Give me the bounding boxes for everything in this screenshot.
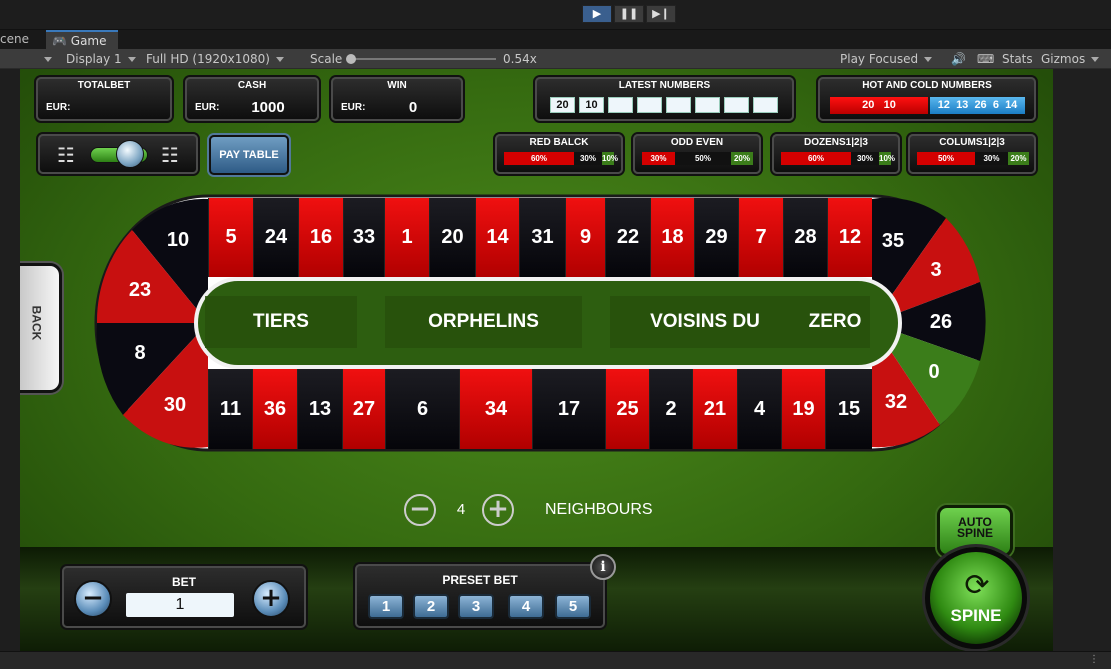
number-14[interactable]: 14 bbox=[475, 198, 519, 277]
neighbours-plus-button[interactable]: + bbox=[482, 494, 514, 526]
number-27[interactable]: 27 bbox=[342, 369, 385, 449]
number-23[interactable]: 23 bbox=[120, 279, 160, 302]
tab-game-label: Game bbox=[70, 34, 107, 48]
number-10[interactable]: 10 bbox=[158, 229, 198, 252]
number-22[interactable]: 22 bbox=[605, 198, 650, 277]
preset-bet-title: PRESET BET bbox=[442, 573, 518, 587]
number-0[interactable]: 0 bbox=[914, 361, 954, 384]
display-dropdown[interactable]: Display 1 bbox=[66, 49, 136, 69]
bet-plus-button[interactable]: + bbox=[252, 580, 290, 618]
editor-status-bar: ⋮ bbox=[0, 651, 1111, 669]
preset-button-1[interactable]: 1 bbox=[368, 594, 404, 619]
number-18[interactable]: 18 bbox=[650, 198, 694, 277]
resolution-dropdown[interactable]: Full HD (1920x1080) bbox=[146, 49, 284, 69]
number-24[interactable]: 24 bbox=[253, 198, 298, 277]
number-16[interactable]: 16 bbox=[298, 198, 343, 277]
neighbours-label: NEIGHBOURS bbox=[545, 501, 653, 518]
number-25[interactable]: 25 bbox=[605, 369, 649, 449]
preset-button-3[interactable]: 3 bbox=[458, 594, 494, 619]
number-34[interactable]: 34 bbox=[459, 369, 532, 449]
game-view: TOTALBET EUR: CASH EUR: 1000 WIN EUR: 0 … bbox=[20, 69, 1053, 651]
editor-side-panel bbox=[1053, 69, 1111, 651]
number-2[interactable]: 2 bbox=[649, 369, 692, 449]
number-28[interactable]: 28 bbox=[783, 198, 827, 277]
mute-audio-icon[interactable]: 🔊 bbox=[951, 49, 966, 69]
number-6[interactable]: 6 bbox=[385, 369, 459, 449]
number-15[interactable]: 15 bbox=[825, 369, 872, 449]
spin-label: SPINE bbox=[950, 606, 1002, 625]
number-13[interactable]: 13 bbox=[297, 369, 342, 449]
scale-value: 0.54x bbox=[503, 52, 537, 66]
pause-icon[interactable]: ❚❚ bbox=[614, 5, 644, 23]
bet-panel: BET − 1 + bbox=[62, 566, 306, 628]
number-4[interactable]: 4 bbox=[737, 369, 781, 449]
number-19[interactable]: 19 bbox=[781, 369, 825, 449]
bet-minus-button[interactable]: − bbox=[74, 580, 112, 618]
zero-section[interactable]: ZERO bbox=[800, 296, 870, 348]
number-32[interactable]: 32 bbox=[876, 391, 916, 414]
neighbours-minus-button[interactable]: − bbox=[404, 494, 436, 526]
number-21[interactable]: 21 bbox=[692, 369, 737, 449]
tiers-section[interactable]: TIERS bbox=[205, 296, 357, 348]
tab-scene[interactable]: cene bbox=[0, 30, 35, 49]
dots-icon[interactable]: ⋮ bbox=[1089, 654, 1099, 665]
preset-button-5[interactable]: 5 bbox=[555, 594, 591, 619]
number-35[interactable]: 35 bbox=[873, 230, 913, 253]
voisins-du-section[interactable]: VOISINS DU bbox=[610, 296, 800, 348]
neighbours-value: 4 bbox=[456, 501, 466, 518]
number-5[interactable]: 5 bbox=[208, 198, 253, 277]
number-31[interactable]: 31 bbox=[519, 198, 565, 277]
editor-toolbar: ▶ ❚❚ ▶❙ bbox=[0, 0, 1111, 30]
scale-slider-track[interactable] bbox=[348, 58, 496, 60]
number-7[interactable]: 7 bbox=[738, 198, 783, 277]
info-icon[interactable]: i bbox=[590, 554, 616, 580]
number-29[interactable]: 29 bbox=[694, 198, 738, 277]
stats-button[interactable]: Stats bbox=[1002, 49, 1033, 69]
play-focused-dropdown[interactable]: Play Focused bbox=[840, 49, 933, 69]
bet-value[interactable]: 1 bbox=[126, 593, 234, 617]
number-26[interactable]: 26 bbox=[921, 311, 961, 334]
scale-slider-handle[interactable] bbox=[346, 54, 356, 64]
step-icon[interactable]: ▶❙ bbox=[646, 5, 676, 23]
orphelins-section[interactable]: ORPHELINS bbox=[385, 296, 582, 348]
number-12[interactable]: 12 bbox=[827, 198, 872, 277]
keyboard-icon[interactable]: ⌨ bbox=[977, 49, 994, 69]
gamepad-icon: 🎮 bbox=[52, 34, 67, 48]
number-36[interactable]: 36 bbox=[252, 369, 297, 449]
spin-button[interactable]: ⟳ SPINE bbox=[925, 547, 1027, 649]
number-17[interactable]: 17 bbox=[532, 369, 605, 449]
tab-game[interactable]: 🎮 Game bbox=[46, 30, 118, 49]
scale-label: Scale bbox=[310, 52, 343, 66]
aspect-dropdown[interactable] bbox=[0, 49, 52, 69]
number-3[interactable]: 3 bbox=[916, 259, 956, 282]
number-8[interactable]: 8 bbox=[120, 342, 160, 365]
game-view-toolbar: Display 1 Full HD (1920x1080) Scale 0.54… bbox=[0, 49, 1111, 69]
editor-tabs: cene 🎮 Game bbox=[0, 30, 1111, 49]
refresh-icon: ⟳ bbox=[964, 568, 990, 603]
preset-button-2[interactable]: 2 bbox=[413, 594, 449, 619]
number-1[interactable]: 1 bbox=[384, 198, 429, 277]
number-11[interactable]: 11 bbox=[208, 369, 252, 449]
number-9[interactable]: 9 bbox=[565, 198, 605, 277]
preset-button-4[interactable]: 4 bbox=[508, 594, 544, 619]
number-30[interactable]: 30 bbox=[155, 394, 195, 417]
gizmos-dropdown[interactable]: Gizmos bbox=[1041, 49, 1100, 69]
play-icon[interactable]: ▶ bbox=[582, 5, 612, 23]
number-33[interactable]: 33 bbox=[343, 198, 384, 277]
number-20[interactable]: 20 bbox=[429, 198, 475, 277]
